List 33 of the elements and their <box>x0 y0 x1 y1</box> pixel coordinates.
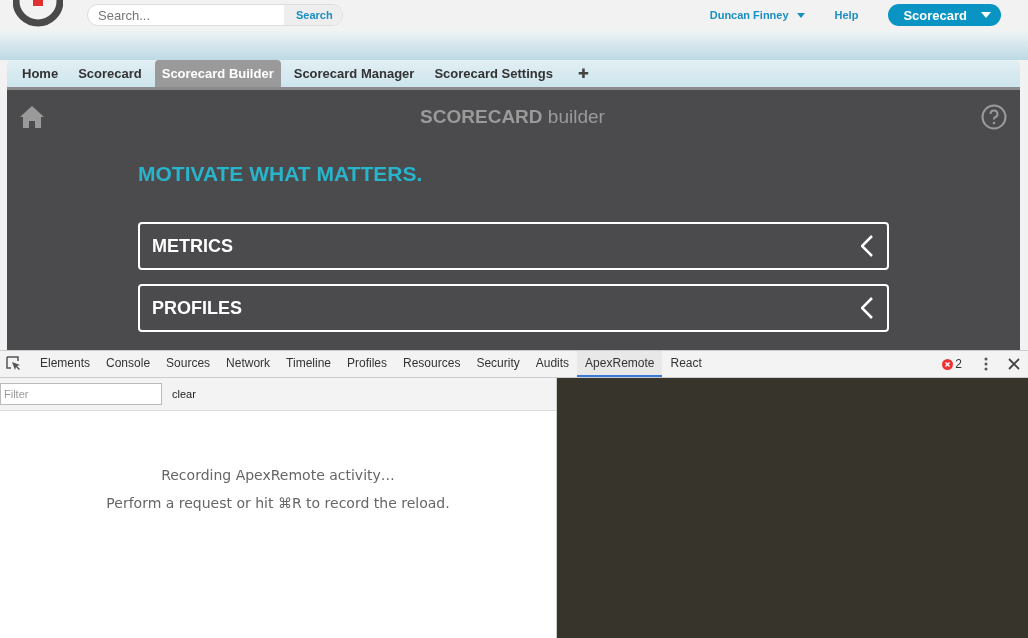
devtools-tab[interactable]: Network <box>218 351 279 377</box>
clear-link[interactable]: clear <box>172 388 196 400</box>
error-icon <box>942 358 954 370</box>
add-tab-button[interactable]: ✚ <box>565 60 601 87</box>
help-icon[interactable] <box>981 104 1007 130</box>
inspect-icon[interactable] <box>6 356 22 372</box>
logo-icon <box>13 0 63 28</box>
error-count[interactable]: 2 <box>955 357 962 371</box>
devtools-tab[interactable]: Resources <box>395 351 469 377</box>
devtools-tab[interactable]: ApexRemote <box>577 351 663 377</box>
filter-field[interactable]: Filter <box>0 383 162 405</box>
devtools-tab[interactable]: React <box>662 351 710 377</box>
builder-title: SCORECARD builder <box>420 106 605 128</box>
nav-tab[interactable]: Home <box>15 60 66 87</box>
devtools-tab[interactable]: Security <box>468 351 528 377</box>
status-message: Recording ApexRemote activity… <box>161 467 395 483</box>
nav-tab[interactable]: Scorecard <box>71 60 149 87</box>
close-icon[interactable] <box>1008 358 1020 370</box>
home-icon[interactable] <box>20 106 44 128</box>
accordion-section[interactable]: PROFILES <box>138 284 889 332</box>
status-message: Perform a request or hit ⌘R to record the reload. <box>106 495 450 511</box>
tagline: MOTIVATE WHAT MATTERS. <box>138 162 424 186</box>
accordion-section[interactable]: METRICS <box>138 222 889 270</box>
devtools-tab[interactable]: Profiles <box>339 351 396 377</box>
caret-icon <box>981 12 991 18</box>
devtools-tab[interactable]: Elements <box>32 351 99 377</box>
devtools-tab[interactable]: Console <box>98 351 159 377</box>
caret-icon <box>796 12 805 18</box>
devtools-tab[interactable]: Sources <box>158 351 219 377</box>
devtools-tab[interactable]: Audits <box>527 351 578 377</box>
nav-tab[interactable]: Scorecard Settings <box>427 60 560 87</box>
devtools-tab[interactable]: Timeline <box>278 351 339 377</box>
nav-tab[interactable]: Scorecard Manager <box>286 60 422 87</box>
